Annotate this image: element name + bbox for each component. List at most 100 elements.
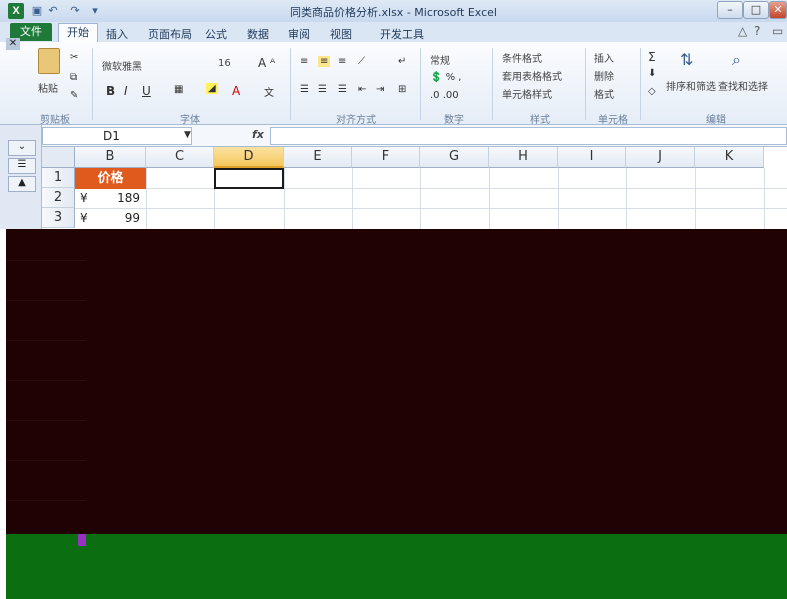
wrap-text-icon[interactable]: ↵ [398,56,406,67]
font-name-box[interactable]: 微软雅黑 [102,58,142,73]
tab-developer[interactable]: 开发工具 [380,26,424,42]
ribbon-minimize-icon[interactable]: △ [738,24,747,38]
align-left-icon[interactable]: ☰ [300,84,309,95]
grow-font-icon[interactable]: A ᴬ [258,56,275,70]
cell-b3-value[interactable]: 99 [80,211,140,225]
italic-icon[interactable]: I [124,84,128,98]
tab-data[interactable]: 数据 [247,26,269,42]
column-header-g[interactable]: G [420,147,489,168]
tab-review[interactable]: 审阅 [288,26,310,42]
faint-grid-line [6,500,86,501]
tab-formulas[interactable]: 公式 [205,26,227,42]
formula-input[interactable] [270,127,787,145]
delete-cells-button[interactable]: 删除 [594,68,614,83]
help-icon[interactable]: ? [754,24,760,38]
maximize-button[interactable]: □ [743,1,769,19]
row-header-3[interactable]: 3 [42,208,75,228]
pane-list-icon[interactable]: ☰ [8,158,36,174]
column-header-k[interactable]: K [695,147,764,168]
column-header-c[interactable]: C [146,147,214,168]
select-all-corner[interactable] [42,147,75,168]
fill-color-icon[interactable]: ◢ [206,83,218,94]
grid-line [764,168,765,229]
active-cell-d1[interactable] [214,168,284,189]
name-box-dropdown-icon[interactable]: ▼ [184,130,191,140]
cell-b2-value[interactable]: 189 [80,191,140,205]
find-select-button[interactable]: 查找和选择 [718,78,768,93]
align-right-icon[interactable]: ☰ [338,84,347,95]
find-select-icon[interactable]: ⌕ [732,50,741,70]
minimize-button[interactable]: – [717,1,743,19]
column-header-d[interactable]: D [214,147,284,168]
insert-function-button[interactable]: fx [252,128,264,141]
align-center-icon[interactable]: ☰ [318,84,327,95]
font-size-box[interactable]: 16 [218,58,231,69]
decimal-places-icon[interactable]: .0 .00 [430,90,459,101]
cell-b1-header[interactable]: 价格 [75,168,146,189]
tab-home[interactable]: 开始 [58,23,98,42]
bold-icon[interactable]: B [106,84,115,98]
pane-close-icon[interactable]: ✕ [6,38,20,50]
tab-page-layout[interactable]: 页面布局 [148,26,192,42]
orientation-icon[interactable]: ⟋ [358,56,365,67]
tab-insert[interactable]: 插入 [106,26,128,42]
column-header-e[interactable]: E [284,147,352,168]
group-separator [640,48,641,120]
align-middle-icon[interactable]: ≡ [318,56,331,67]
format-cells-button[interactable]: 格式 [594,86,614,101]
decrease-indent-icon[interactable]: ⇤ [358,84,366,95]
grid-line [558,168,559,229]
font-color-icon[interactable]: A [232,84,240,98]
marker-icon [78,534,86,546]
underline-icon[interactable]: U [142,84,151,98]
group-label-number: 数字 [444,115,464,126]
increase-indent-icon[interactable]: ⇥ [376,84,384,95]
group-label-alignment: 对齐方式 [336,115,376,126]
format-painter-icon[interactable]: ✎ [70,90,78,101]
format-as-table-button[interactable]: 套用表格格式 [502,68,562,83]
workbook-restore-icon[interactable]: ▭ [772,24,783,38]
tab-view[interactable]: 视图 [330,26,352,42]
column-header-i[interactable]: I [558,147,626,168]
merge-center-icon[interactable]: ⊞ [398,84,406,95]
paste-button-label[interactable]: 粘贴 [38,80,58,95]
bottom-region [6,534,787,599]
pane-dropdown-icon[interactable]: ⌄ [8,140,36,156]
window-title: 同类商品价格分析.xlsx - Microsoft Excel [290,6,497,19]
cut-icon[interactable]: ✂ [70,52,78,63]
align-top-icon[interactable]: ≡ [300,56,308,67]
copy-icon[interactable]: ⧉ [70,72,77,83]
sort-filter-icon[interactable]: ⇅ [680,50,693,69]
row-header-2[interactable]: 2 [42,188,75,208]
clear-icon[interactable]: ◇ [648,86,656,97]
conditional-formatting-button[interactable]: 条件格式 [502,50,542,65]
close-button[interactable]: ✕ [769,1,787,19]
grid-line [695,168,696,229]
column-header-j[interactable]: J [626,147,695,168]
pane-scroll-up-icon[interactable]: ▲ [8,176,36,192]
autosum-icon[interactable]: Σ [648,50,656,64]
faint-grid-line [6,420,86,421]
grid-line [146,168,147,229]
border-icon[interactable]: ▦ [174,84,183,95]
group-separator [492,48,493,120]
column-header-b[interactable]: B [75,147,146,168]
sort-filter-button[interactable]: 排序和筛选 [666,78,716,93]
align-bottom-icon[interactable]: ≡ [338,56,346,67]
column-header-h[interactable]: H [489,147,558,168]
number-format-box[interactable]: 常规 [430,52,450,67]
faint-grid-line [6,300,86,301]
group-separator [585,48,586,120]
faint-grid-line [6,380,86,381]
paste-icon[interactable] [38,48,60,74]
column-header-f[interactable]: F [352,147,420,168]
fill-icon[interactable]: ⬇ [648,68,656,79]
faint-grid-line [6,340,86,341]
currency-format-icon[interactable]: 💲 % , [430,72,462,83]
name-box[interactable]: D1 [42,127,192,145]
cell-styles-button[interactable]: 单元格样式 [502,86,552,101]
phonetic-icon[interactable]: 文 [264,84,274,99]
row-header-1[interactable]: 1 [42,168,75,188]
group-label-cells: 单元格 [598,115,628,126]
insert-cells-button[interactable]: 插入 [594,50,614,65]
